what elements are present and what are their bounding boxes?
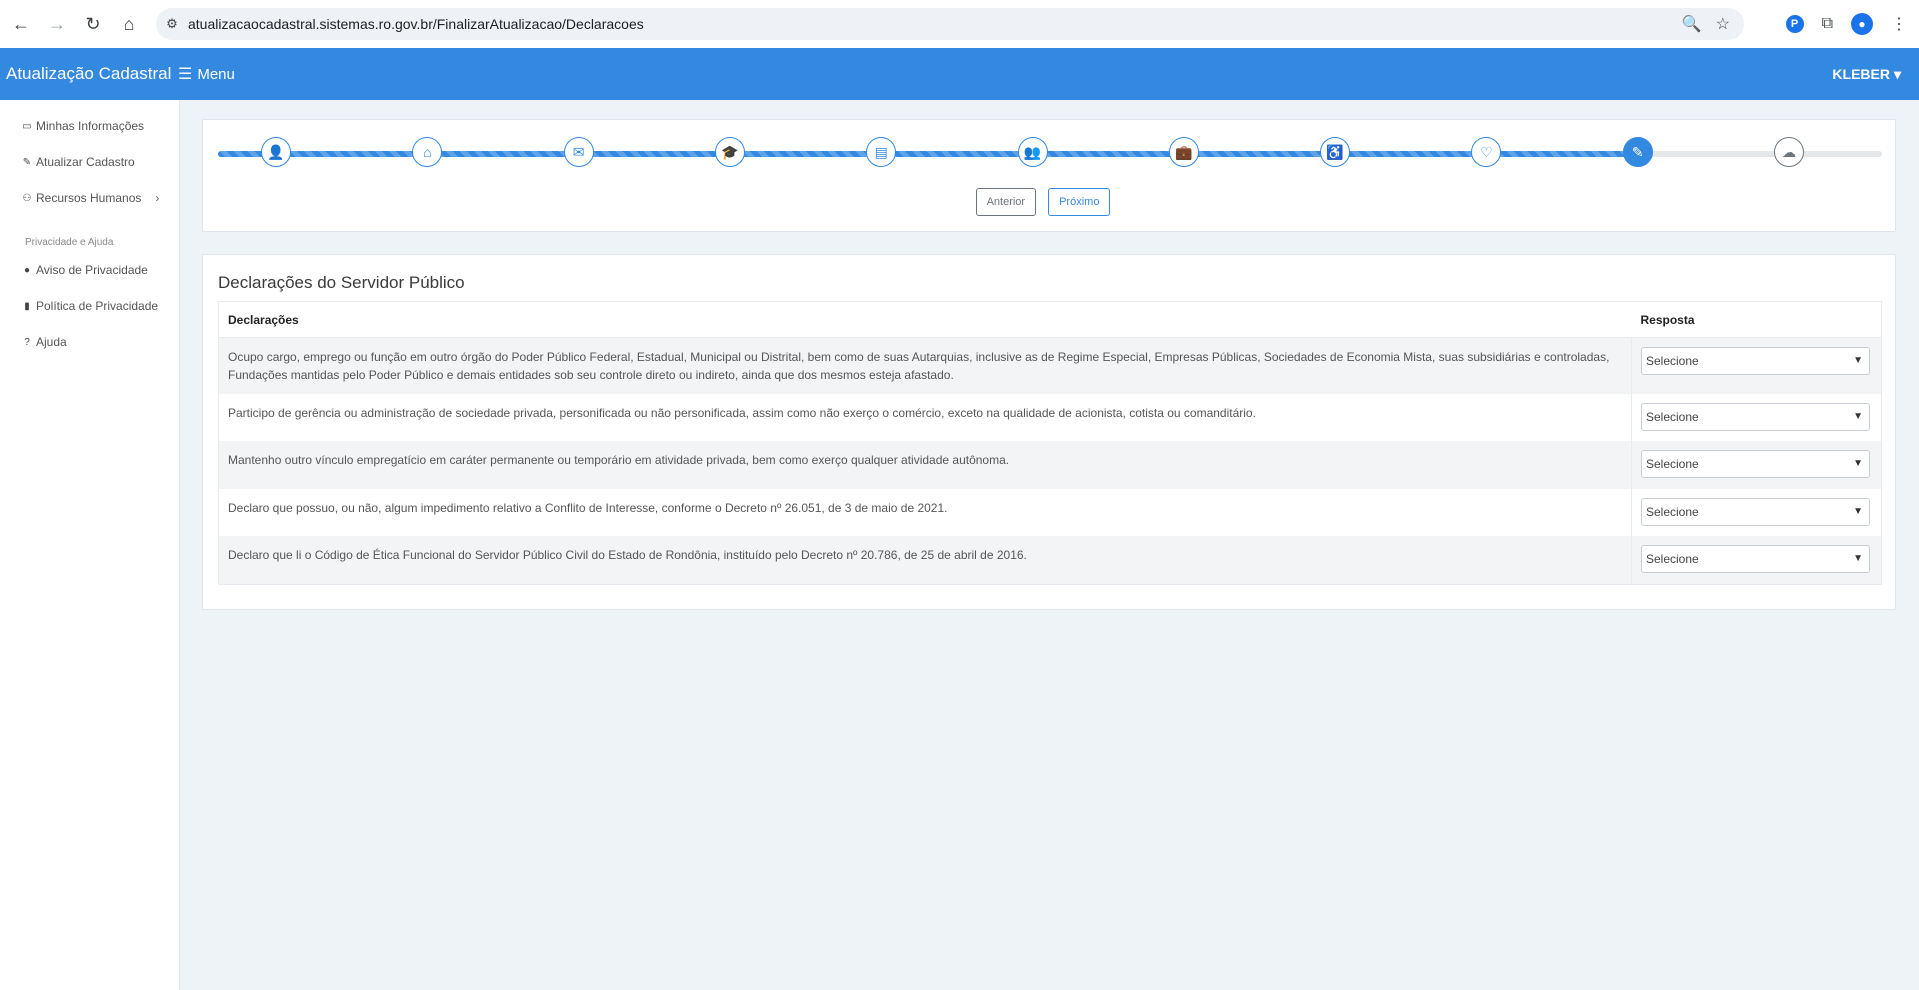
sidebar-item-label: Atualizar Cadastro: [36, 155, 135, 169]
bookmark-star-icon[interactable]: ☆: [1716, 14, 1730, 34]
declaration-text: Ocupo cargo, emprego ou função em outro …: [218, 337, 1632, 394]
home-icon[interactable]: ⌂: [114, 9, 144, 39]
stepper-card: 👤 ⌂ ✉ 🎓 ▤ 👥 💼 ♿ ♡ ✎ ☁ Anterior Próximo: [202, 119, 1896, 232]
app-brand[interactable]: Atualização Cadastral: [0, 64, 178, 84]
sidebar-item-ajuda[interactable]: ? Ajuda: [0, 324, 179, 360]
menu-toggle-button[interactable]: ☰ Menu: [178, 64, 235, 84]
sidebar-section-heading: Privacidade e Ajuda: [25, 237, 114, 248]
site-settings-icon[interactable]: ⚙: [156, 16, 188, 32]
heartbeat-icon[interactable]: ♡: [1471, 137, 1502, 167]
question-circle-icon: ?: [24, 336, 30, 348]
user-edit-icon: ✎: [22, 156, 32, 168]
answer-select[interactable]: Selecione ▼: [1641, 347, 1870, 375]
chevron-down-icon: ▼: [1853, 553, 1863, 564]
address-bar[interactable]: ⚙ atualizacaocadastral.sistemas.ro.gov.b…: [156, 8, 1744, 40]
sidebar-item-label: Recursos Humanos: [36, 191, 142, 205]
people-icon[interactable]: 👥: [1017, 137, 1048, 167]
pen-icon[interactable]: ✎: [1622, 137, 1653, 167]
column-header-answer: Resposta: [1631, 301, 1882, 338]
column-header-declarations: Declarações: [218, 301, 1632, 338]
address-url[interactable]: atualizacaocadastral.sistemas.ro.gov.br/…: [188, 16, 644, 32]
briefcase-icon[interactable]: 💼: [1168, 137, 1199, 167]
sidebar-item-minhas-informacoes[interactable]: ▭ Minhas Informações: [0, 108, 179, 144]
back-arrow-icon[interactable]: ←: [6, 9, 36, 39]
answer-select[interactable]: Selecione ▼: [1641, 403, 1870, 431]
forward-arrow-icon[interactable]: →: [42, 9, 72, 39]
answer-select[interactable]: Selecione ▼: [1641, 498, 1870, 526]
declarations-table: Declarações Resposta Ocupo cargo, empreg…: [218, 301, 1882, 585]
declarations-title: Declarações do Servidor Público: [218, 273, 465, 292]
table-row: Declaro que possuo, ou não, algum impedi…: [218, 489, 1882, 536]
chevron-down-icon: ▼: [1853, 355, 1863, 366]
select-value: Selecione: [1646, 457, 1699, 471]
cloud-upload-icon[interactable]: ☁: [1774, 137, 1804, 167]
next-button[interactable]: Próximo: [1048, 188, 1111, 216]
answer-select[interactable]: Selecione ▼: [1641, 545, 1870, 573]
wheelchair-icon[interactable]: ♿: [1320, 137, 1351, 167]
app-navbar: Atualização Cadastral ☰ Menu KLEBER ▾: [0, 48, 1919, 100]
select-value: Selecione: [1646, 505, 1699, 519]
table-row: Declaro que li o Código de Ética Funcion…: [218, 536, 1882, 584]
declarations-card: Declarações do Servidor Público Declaraç…: [202, 254, 1896, 610]
profile-avatar-icon[interactable]: ●: [1851, 13, 1873, 35]
menu-label: Menu: [197, 65, 235, 83]
document-icon[interactable]: ▤: [866, 137, 897, 167]
user-menu[interactable]: KLEBER ▾: [1832, 48, 1901, 100]
chevron-down-icon: ▼: [1853, 411, 1863, 422]
reload-icon[interactable]: ↻: [78, 9, 108, 39]
select-value: Selecione: [1646, 552, 1699, 566]
declaration-text: Declaro que possuo, ou não, algum impedi…: [218, 489, 1632, 536]
select-value: Selecione: [1646, 410, 1699, 424]
declaration-text: Declaro que li o Código de Ética Funcion…: [218, 536, 1632, 584]
id-card-icon: ▭: [22, 120, 32, 132]
sidebar-item-aviso-privacidade[interactable]: ● Aviso de Privacidade: [0, 252, 179, 288]
declaration-text: Participo de gerência ou administração d…: [218, 394, 1632, 441]
select-value: Selecione: [1646, 354, 1699, 368]
sidebar-item-label: Minhas Informações: [36, 119, 145, 133]
sidebar-item-recursos-humanos[interactable]: ⚇ Recursos Humanos ›: [0, 180, 179, 216]
graduation-icon[interactable]: 🎓: [714, 137, 745, 167]
table-row: Mantenho outro vínculo empregatício em c…: [218, 441, 1882, 489]
declaration-text: Mantenho outro vínculo empregatício em c…: [218, 441, 1632, 489]
zoom-icon[interactable]: 🔍: [1682, 14, 1702, 34]
extensions-puzzle-icon[interactable]: ⧉: [1822, 15, 1833, 33]
browser-menu-icon[interactable]: ⋮: [1891, 14, 1907, 34]
sidebar-item-label: Aviso de Privacidade: [36, 263, 148, 277]
user-name: KLEBER: [1832, 66, 1890, 82]
sidebar-item-label: Ajuda: [36, 335, 67, 349]
chevron-down-icon: ▼: [1853, 506, 1863, 517]
browser-toolbar: ← → ↻ ⌂ ⚙ atualizacaocadastral.sistemas.…: [0, 0, 1919, 48]
sidebar-item-politica-privacidade[interactable]: ▮ Política de Privacidade: [0, 288, 179, 324]
hamburger-icon: ☰: [178, 66, 193, 83]
table-row: Ocupo cargo, emprego ou função em outro …: [218, 337, 1882, 394]
sidebar: ▭ Minhas Informações ✎ Atualizar Cadastr…: [0, 100, 180, 990]
previous-button[interactable]: Anterior: [975, 188, 1037, 216]
file-icon: ▮: [24, 300, 30, 312]
caret-down-icon: ▾: [1893, 65, 1901, 82]
table-row: Participo de gerência ou administração d…: [218, 394, 1882, 441]
users-icon: ⚇: [22, 192, 32, 204]
info-circle-icon: ●: [23, 264, 31, 276]
envelope-icon[interactable]: ✉: [563, 137, 594, 167]
sidebar-item-label: Política de Privacidade: [36, 299, 159, 313]
home-icon[interactable]: ⌂: [412, 137, 443, 167]
answer-select[interactable]: Selecione ▼: [1641, 450, 1870, 478]
user-icon[interactable]: 👤: [261, 137, 291, 167]
sidebar-item-atualizar-cadastro[interactable]: ✎ Atualizar Cadastro: [0, 144, 179, 180]
extension-p-icon[interactable]: P: [1785, 15, 1804, 33]
chevron-right-icon: ›: [155, 191, 160, 205]
chevron-down-icon: ▼: [1853, 458, 1863, 469]
